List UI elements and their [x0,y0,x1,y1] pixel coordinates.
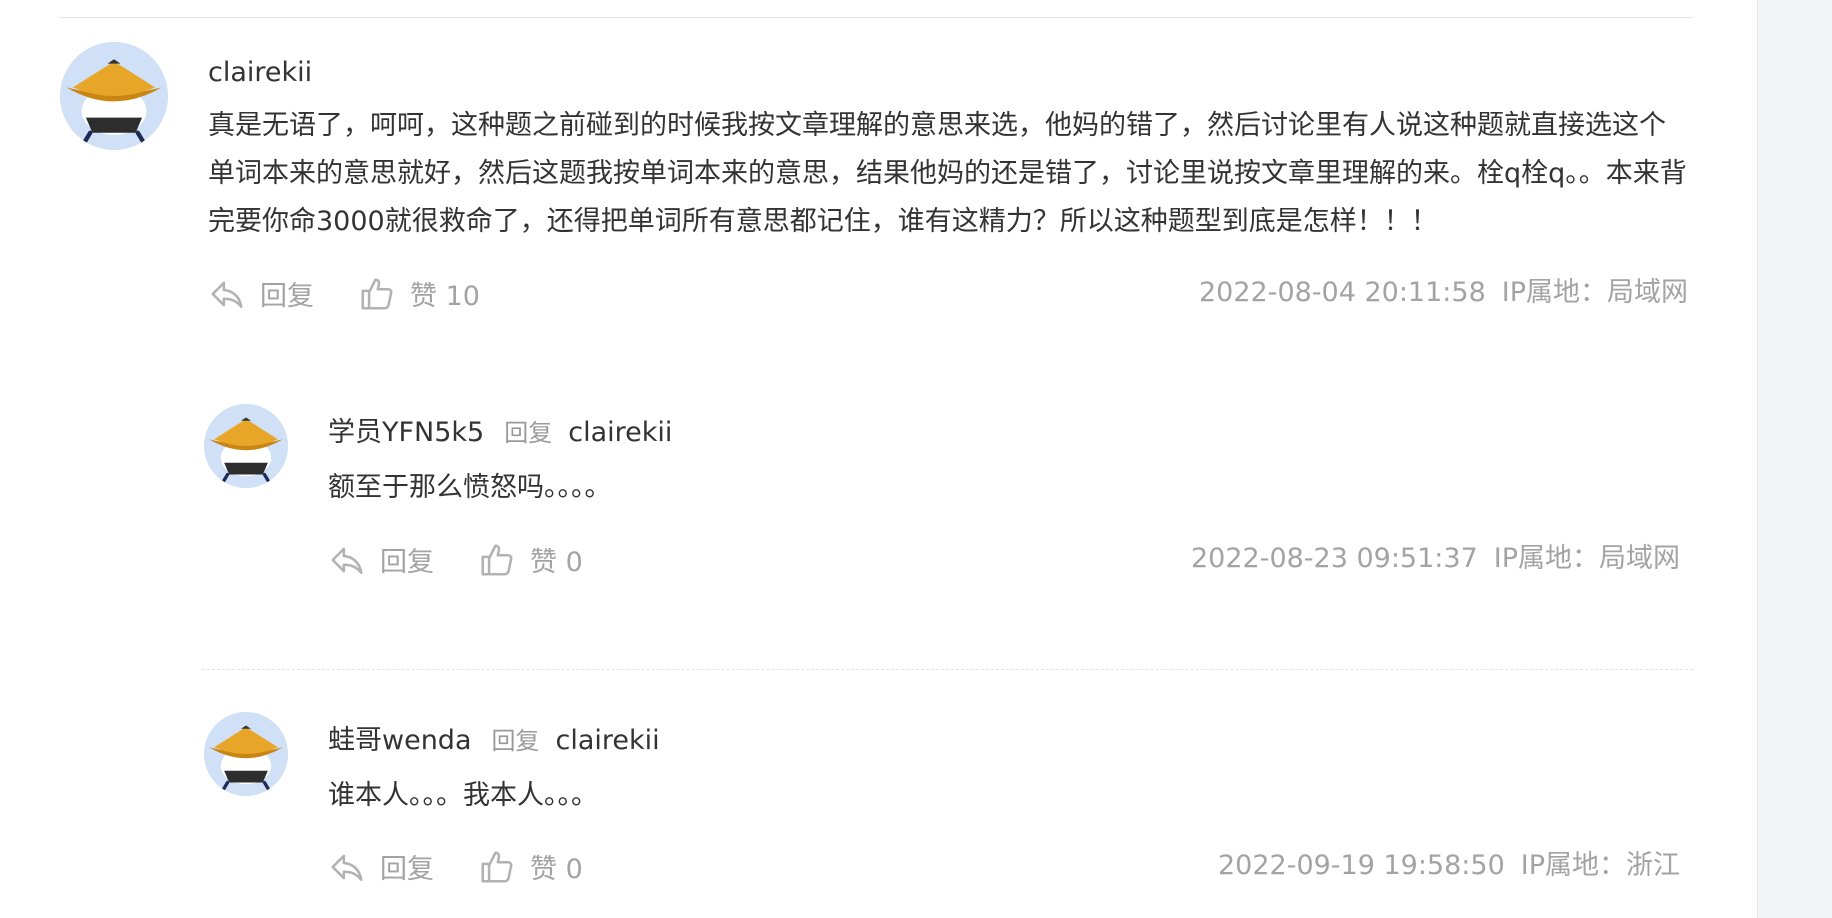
reply-button[interactable]: 回复 [328,847,434,886]
like-label: 赞 0 [530,854,583,885]
top-divider [59,17,1693,18]
reply-content: 谁本人。。。我本人。。。 [328,780,598,811]
reply-meta: 2022-09-19 19:58:50 IP属地：浙江 [1218,852,1680,879]
reply-arrow-icon [331,854,363,881]
straw-hat-avatar-icon [204,712,288,796]
reply-avatar[interactable] [204,404,288,488]
comment-meta: 2022-08-04 20:11:58 IP属地：局域网 [1199,279,1688,306]
reply-header: 学员YFN5k5 回复 clairekii [328,419,672,446]
comment-username[interactable]: clairekii [208,59,312,86]
reply-to-username[interactable]: clairekii [556,725,660,756]
avatar[interactable] [60,42,168,150]
reply-actions: 回复 赞 0 [328,540,583,579]
reply-header: 蛙哥wenda 回复 clairekii [328,727,660,754]
reply-username[interactable]: 学员YFN5k5 [328,417,484,448]
comment-content: 真是无语了，呵呵，这种题之前碰到的时候我按文章理解的意思来选，他妈的错了，然后讨… [208,110,1687,237]
thumbs-up-icon [481,850,513,883]
reply-time: 2022-09-19 19:58:50 [1217,850,1505,881]
comment-actions: 回复 赞 10 [208,274,480,313]
like-button[interactable]: 赞 10 [358,274,480,313]
reply-word: 回复 [504,419,553,447]
reply-label: 回复 [260,281,314,312]
reply-label: 回复 [380,854,434,885]
reply-time: 2022-08-23 09:51:37 [1190,543,1478,574]
reply-divider [202,669,1693,670]
thumbs-up-icon [361,277,393,310]
reply-ip-location: IP属地：浙江 [1520,850,1680,881]
reply-meta: 2022-08-23 09:51:37 IP属地：局域网 [1191,545,1680,572]
reply-word: 回复 [491,727,540,755]
reply-label: 回复 [380,547,434,578]
comment-time: 2022-08-04 20:11:58 [1198,277,1486,308]
reply-content: 额至于那么愤怒吗。。。。 [328,472,612,503]
straw-hat-avatar-icon [60,42,168,150]
straw-hat-avatar-icon [204,404,288,488]
like-label: 赞 0 [530,547,583,578]
reply-ip-location: IP属地：局域网 [1493,543,1680,574]
like-button[interactable]: 赞 0 [478,847,583,886]
like-label: 赞 10 [410,281,480,312]
reply-to-username[interactable]: clairekii [568,417,672,448]
like-button[interactable]: 赞 0 [478,540,583,579]
comment-ip-location: IP属地：局域网 [1501,277,1688,308]
reply-button[interactable]: 回复 [208,274,314,313]
page-scroll-gutter [1757,0,1832,918]
reply-button[interactable]: 回复 [328,540,434,579]
reply-arrow-icon [331,547,363,574]
reply-actions: 回复 赞 0 [328,847,583,886]
thumbs-up-icon [481,543,513,576]
reply-username[interactable]: 蛙哥wenda [328,725,472,756]
reply-arrow-icon [211,281,243,308]
reply-avatar[interactable] [204,712,288,796]
